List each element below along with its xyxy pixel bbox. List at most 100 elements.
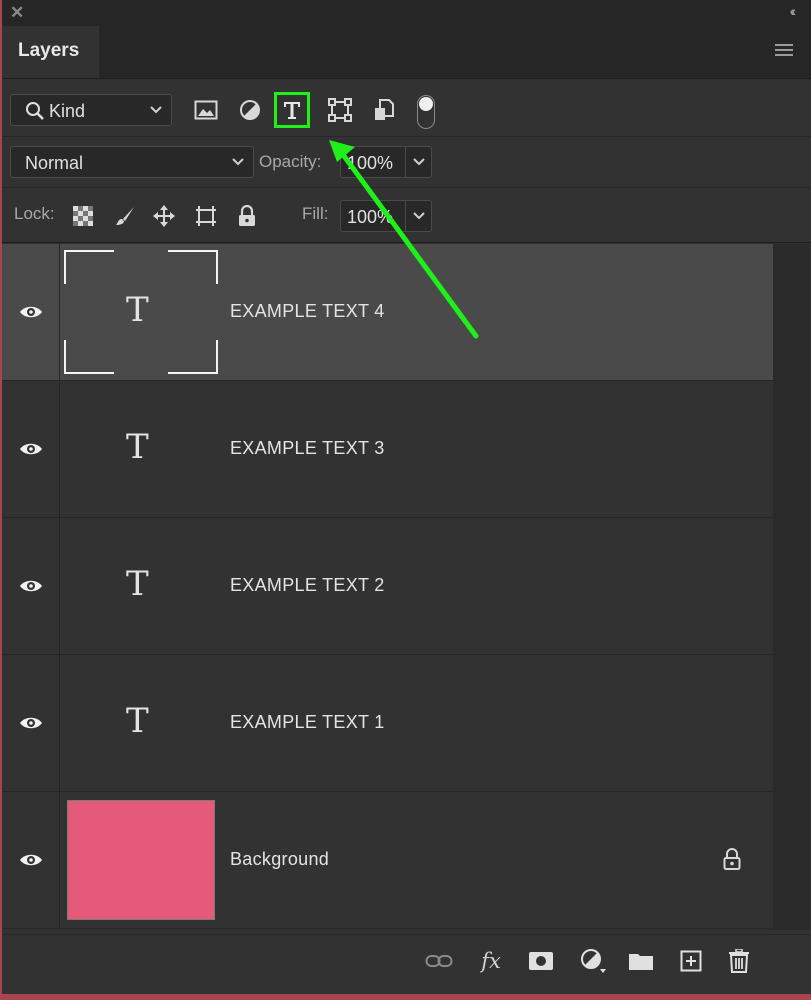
chevron-down-icon	[412, 212, 425, 220]
lock-transparent-pixels-button[interactable]	[71, 204, 95, 228]
layer-name[interactable]: EXAMPLE TEXT 2	[230, 575, 385, 596]
layer-row[interactable]: T EXAMPLE TEXT 4	[2, 244, 773, 381]
type-layer-icon: T	[126, 564, 149, 604]
selection-corner	[168, 340, 218, 374]
adjustment-filter-button[interactable]	[232, 92, 268, 128]
layer-name[interactable]: EXAMPLE TEXT 1	[230, 712, 385, 733]
selection-corner	[168, 250, 218, 284]
selection-corner	[64, 340, 114, 374]
layer-style-icon: fx	[481, 949, 501, 973]
brush-icon	[116, 207, 134, 225]
search-icon	[26, 102, 44, 120]
layer-thumbnail: T	[64, 661, 218, 785]
layer-name[interactable]: EXAMPLE TEXT 4	[230, 301, 385, 322]
eye-icon	[19, 854, 42, 866]
layer-style-button[interactable]: fx	[476, 947, 506, 975]
selection-corner	[64, 250, 114, 284]
checkerboard-icon	[73, 206, 93, 226]
window-edge-bottom	[0, 994, 811, 1000]
panel-titlebar: ✕ ‹‹	[2, 0, 811, 26]
shape-filter-button[interactable]	[322, 92, 358, 128]
adjustment-filter-icon	[240, 100, 260, 120]
layers-panel: ✕ ‹‹ Layers Kind Normal Opacity: 100% Lo…	[2, 0, 811, 994]
layer-row[interactable]: Background	[2, 792, 773, 929]
link-layers-button[interactable]	[424, 947, 454, 975]
lock-all-button[interactable]	[235, 204, 259, 228]
lock-icon	[723, 848, 741, 870]
bottom-toolbar: fx	[2, 934, 811, 987]
layer-list: T EXAMPLE TEXT 4 T EXAMPLE TEXT 3 T EXAM…	[2, 244, 773, 930]
fill-label: Fill:	[302, 204, 329, 223]
type-layer-icon: T	[126, 427, 149, 467]
visibility-toggle[interactable]	[2, 655, 60, 791]
background-thumbnail	[67, 800, 215, 920]
opacity-dropdown-button[interactable]	[406, 146, 432, 178]
lock-image-pixels-button[interactable]	[113, 204, 137, 228]
filter-kind-dropdown[interactable]: Kind	[10, 94, 172, 126]
image-filter-button[interactable]	[188, 92, 224, 128]
chevron-down-icon	[150, 106, 162, 114]
layer-row[interactable]: T EXAMPLE TEXT 3	[2, 381, 773, 518]
adjustment-layer-icon	[581, 949, 606, 973]
opacity-label: Opacity:	[259, 152, 322, 171]
tab-layers-label: Layers	[18, 40, 80, 61]
image-filter-icon	[194, 100, 218, 120]
new-layer-button[interactable]	[676, 947, 706, 975]
filter-row: Kind	[2, 80, 811, 137]
layer-row[interactable]: T EXAMPLE TEXT 2	[2, 518, 773, 655]
new-group-icon	[629, 954, 653, 970]
add-mask-button[interactable]	[526, 947, 556, 975]
visibility-toggle[interactable]	[2, 381, 60, 517]
blend-mode-dropdown[interactable]: Normal	[10, 146, 254, 178]
fill-value: 100%	[347, 207, 394, 227]
eye-icon	[19, 443, 42, 455]
close-icon[interactable]: ✕	[10, 3, 24, 23]
opacity-value: 100%	[347, 153, 394, 173]
panel-menu-icon[interactable]	[775, 44, 793, 56]
type-layer-icon: T	[126, 701, 149, 741]
layer-name[interactable]: EXAMPLE TEXT 3	[230, 438, 385, 459]
delete-layer-button[interactable]	[724, 947, 754, 975]
panel-tabbar: Layers	[2, 26, 811, 79]
blend-mode-label: Normal	[25, 153, 84, 173]
scrollbar-track[interactable]	[773, 244, 811, 930]
adjustment-layer-button[interactable]	[578, 947, 608, 975]
smart-object-filter-button[interactable]	[366, 92, 402, 128]
filter-toggle[interactable]	[417, 95, 435, 129]
fill-dropdown-button[interactable]	[406, 200, 432, 232]
lock-row: Lock: Fill: 100%	[2, 188, 811, 243]
filter-kind-label: Kind	[49, 101, 86, 121]
new-group-button[interactable]	[626, 947, 656, 975]
delete-layer-icon	[729, 949, 749, 973]
fill-input[interactable]: 100%	[340, 200, 406, 232]
artboard-icon	[196, 206, 216, 226]
layer-row[interactable]: T EXAMPLE TEXT 1	[2, 655, 773, 792]
layer-name[interactable]: Background	[230, 849, 329, 870]
eye-icon	[19, 580, 42, 592]
lock-icon	[239, 205, 255, 226]
lock-artboard-button[interactable]	[194, 204, 218, 228]
add-mask-icon	[529, 952, 553, 970]
visibility-toggle[interactable]	[2, 244, 60, 380]
smart-object-filter-icon	[375, 99, 394, 120]
type-filter-button[interactable]	[274, 92, 310, 128]
chevron-down-icon	[232, 158, 244, 166]
lock-position-button[interactable]	[152, 204, 176, 228]
lock-label: Lock:	[14, 204, 55, 223]
type-filter-icon	[284, 102, 300, 119]
shape-filter-icon	[328, 98, 352, 122]
layer-thumbnail: T	[64, 387, 218, 511]
tab-layers[interactable]: Layers	[2, 26, 99, 78]
move-icon	[153, 205, 175, 227]
type-layer-icon: T	[126, 290, 149, 330]
layer-thumbnail: T	[64, 524, 218, 648]
blend-row: Normal Opacity: 100%	[2, 137, 811, 188]
eye-icon	[19, 717, 42, 729]
collapse-panel-icon[interactable]: ‹‹	[790, 3, 797, 19]
link-layers-icon	[425, 955, 453, 967]
eye-icon	[19, 306, 42, 318]
visibility-toggle[interactable]	[2, 792, 60, 928]
visibility-toggle[interactable]	[2, 518, 60, 654]
chevron-down-icon	[412, 158, 425, 166]
opacity-input[interactable]: 100%	[340, 146, 406, 178]
